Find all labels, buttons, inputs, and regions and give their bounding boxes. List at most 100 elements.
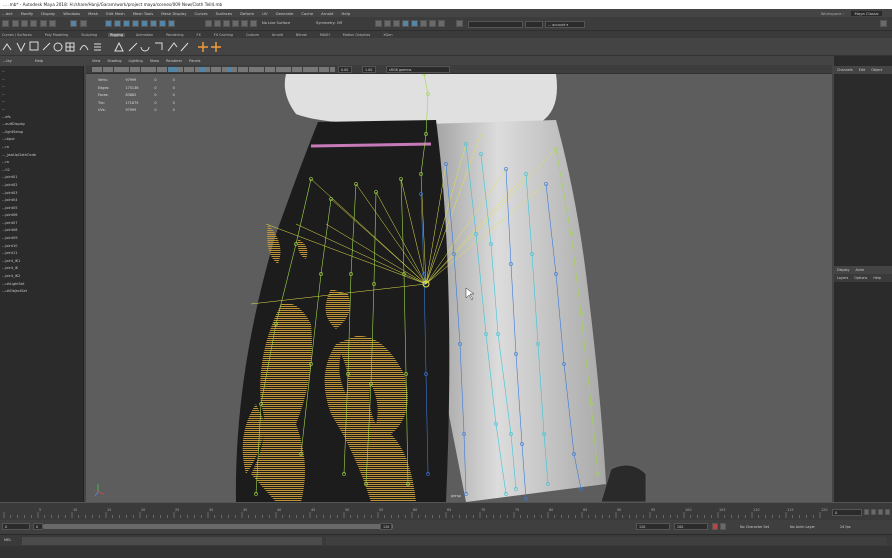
viewport-tool-icon[interactable] <box>140 67 146 72</box>
viewport-tool-icon[interactable] <box>146 67 151 72</box>
outliner-item[interactable]: ... <box>0 91 84 99</box>
channel-box-tab-object[interactable]: Object <box>871 68 882 72</box>
character-set-dropdown[interactable]: No Character Set <box>740 525 769 529</box>
command-input[interactable] <box>22 537 322 545</box>
shelf-tab[interactable]: FX Caching <box>212 33 235 37</box>
viewport-tool-icon[interactable] <box>297 67 303 72</box>
viewport-tool-icon[interactable] <box>194 67 200 72</box>
viewport-tool-icon[interactable] <box>113 67 119 72</box>
make-live-icon[interactable] <box>250 20 257 27</box>
viewport-tool-icon[interactable] <box>173 67 178 72</box>
outliner-item[interactable]: ...joint_IK2 <box>0 273 84 281</box>
select-render-icon[interactable] <box>159 20 166 27</box>
viewport-tool-icon[interactable] <box>232 67 238 72</box>
viewport-tool-icon[interactable] <box>254 67 259 72</box>
range-inner-end-field[interactable]: 120 <box>380 523 392 530</box>
viewport-tool-icon[interactable] <box>167 67 173 72</box>
viewport-tool-icon[interactable] <box>151 67 157 72</box>
viewport-tool-icon[interactable] <box>318 67 324 72</box>
undo-icon[interactable] <box>40 20 47 27</box>
input-line-field[interactable] <box>468 21 523 28</box>
outliner-item[interactable]: ...joint08 <box>0 227 84 235</box>
outliner-item[interactable]: ...joint_IK1 <box>0 258 84 266</box>
color-space-dropdown[interactable]: sRGB gamma <box>386 66 450 73</box>
menu-item[interactable]: Help <box>341 11 350 16</box>
menu-item[interactable]: Modify <box>21 11 34 16</box>
viewport-tool-icon[interactable] <box>108 67 114 72</box>
viewport-tool-icon[interactable] <box>97 67 103 72</box>
viewport-tool-icon[interactable] <box>270 67 276 72</box>
range-bar[interactable] <box>43 524 393 529</box>
viewport-tool-icon[interactable] <box>237 67 243 72</box>
snap-grid-icon[interactable] <box>205 20 212 27</box>
step-forward-icon[interactable] <box>878 509 883 515</box>
outliner-item[interactable]: ...lightSetup <box>0 129 84 137</box>
viewport-tool-icon[interactable] <box>200 67 205 72</box>
viewport-tool-icon[interactable] <box>302 67 308 72</box>
arnold-render-icon[interactable] <box>420 20 427 27</box>
toggle-panel-icon[interactable] <box>880 20 887 27</box>
viewport-tool-icon[interactable] <box>264 67 270 72</box>
input-line-mode[interactable] <box>525 21 543 28</box>
select-misc-icon[interactable] <box>168 20 175 27</box>
step-back-icon[interactable] <box>864 509 869 515</box>
snap-curve-icon[interactable] <box>214 20 221 27</box>
outliner-item[interactable]: ...ro <box>0 159 84 167</box>
outliner-item[interactable]: ...joint03 <box>0 190 84 198</box>
select-dynamic-icon[interactable] <box>150 20 157 27</box>
mode-icon[interactable] <box>2 20 9 27</box>
viewport-tool-icon[interactable] <box>216 67 222 72</box>
auto-key-icon[interactable] <box>712 523 718 530</box>
mel-label[interactable]: MEL <box>4 538 11 542</box>
gamma-field[interactable]: 1.00 <box>362 66 376 73</box>
current-frame-field[interactable]: 0 <box>832 509 862 516</box>
channel-box-tab-channels[interactable]: Channels <box>837 68 853 72</box>
select-by-type-icon[interactable] <box>105 20 112 27</box>
viewport-tool-icon[interactable] <box>259 67 265 72</box>
range-inner-start-field[interactable]: 0 <box>33 523 43 530</box>
outliner-item[interactable]: ... <box>0 68 84 76</box>
save-scene-icon[interactable] <box>30 20 37 27</box>
range-end2-field[interactable]: 200 <box>674 523 708 530</box>
viewport-tool-icon[interactable] <box>162 67 168 72</box>
outliner-item[interactable]: ...joint10 <box>0 243 84 251</box>
viewport-tool-icon[interactable] <box>227 67 232 72</box>
channel-box-tab-edit[interactable]: Edit <box>859 68 866 72</box>
layer-menu-help[interactable]: Help <box>873 276 881 280</box>
ipr-render-icon[interactable] <box>384 20 391 27</box>
shelf-tab[interactable]: Curves / Surfaces <box>0 33 34 37</box>
outliner-item[interactable]: ...02 <box>0 167 84 175</box>
menu-item[interactable]: Surfaces <box>216 11 232 16</box>
time-slider[interactable]: 5 10 15 20 25 30 35 40 45 50 55 60 65 70 75 80 85 90 95 100… <box>0 502 892 520</box>
viewport-tool-icon[interactable] <box>102 67 108 72</box>
layer-menu-options[interactable]: Options <box>854 276 867 280</box>
redo-icon[interactable] <box>49 20 56 27</box>
menu-item[interactable]: Arnold <box>321 11 333 16</box>
3d-viewport[interactable]: Verts: 97999 0 0 Edges: 175136 0 0 Faces: 83882 0 0… <box>86 74 832 502</box>
outliner-item[interactable]: ..._jawUpClothOcde <box>0 152 84 160</box>
viewport-tool-icon[interactable] <box>156 67 162 72</box>
snap-point-icon[interactable] <box>223 20 230 27</box>
render-view-icon[interactable] <box>411 20 418 27</box>
snap-surface-icon[interactable] <box>241 20 248 27</box>
viewport-tool-icon[interactable] <box>248 67 254 72</box>
fps-dropdown[interactable]: 24 fps <box>840 525 851 529</box>
outliner-item[interactable]: ...efs <box>0 114 84 122</box>
menu-item[interactable]: Mesh Display <box>161 11 186 16</box>
shelf-tab[interactable]: Motion Graphics <box>341 33 373 37</box>
anim-layer-dropdown[interactable]: No Anim Layer <box>790 525 815 529</box>
exposure-field[interactable]: 0.00 <box>338 66 352 73</box>
select-hierarchy-icon[interactable] <box>70 20 77 27</box>
viewport-tool-icon[interactable] <box>308 67 313 72</box>
viewport-tool-icon[interactable] <box>329 67 335 72</box>
viewport-tool-icon[interactable] <box>129 67 135 72</box>
outliner-item[interactable]: ...joint_IK <box>0 265 84 273</box>
viewport-tool-icon[interactable] <box>124 67 130 72</box>
viewport-tool-icon[interactable] <box>324 67 330 72</box>
shelf-tab[interactable]: XGen <box>381 33 394 37</box>
login-dropdown[interactable]: ... account ▾ <box>545 21 585 28</box>
outliner-item[interactable]: ...joint05 <box>0 205 84 213</box>
viewport-tool-icon[interactable] <box>243 67 249 72</box>
menu-item[interactable]: Generate <box>276 11 294 16</box>
symmetry-dropdown[interactable]: Symmetry: Off <box>316 21 342 25</box>
